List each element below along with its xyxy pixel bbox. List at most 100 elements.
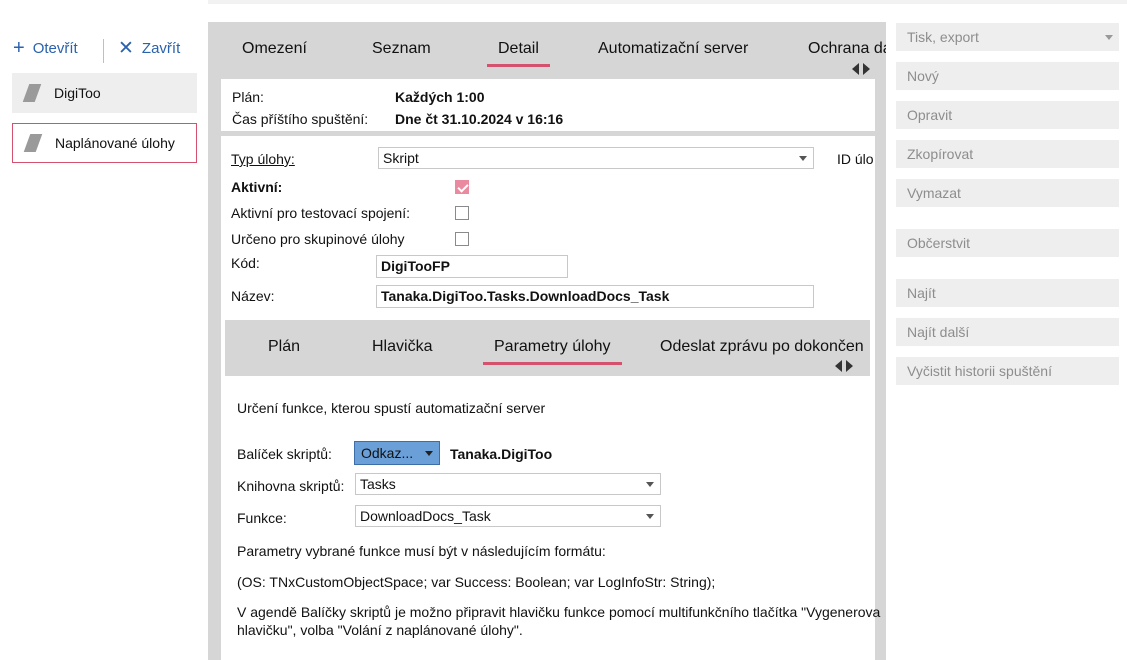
plan-value: Každých 1:00: [395, 89, 485, 105]
main-tabs: Omezení Seznam Detail Automatizační serv…: [208, 22, 886, 78]
chevron-down-icon: [1105, 35, 1113, 40]
scroll-left-icon[interactable]: [835, 360, 842, 372]
zkopirovat-button[interactable]: Zkopírovat: [896, 140, 1119, 168]
subtab-scroll: [835, 360, 853, 372]
hint-line-1: V agendě Balíčky skriptů je možno připra…: [237, 604, 881, 620]
knihovna-select[interactable]: Tasks: [355, 473, 661, 495]
id-label: ID úlo: [837, 151, 874, 167]
action-label: Vymazat: [907, 185, 961, 201]
next-run-label: Čas příštího spuštění:: [232, 111, 369, 127]
tab-detail[interactable]: Detail: [487, 40, 550, 67]
chevron-down-icon: [646, 482, 654, 487]
tab-label: Hlavička: [372, 338, 433, 355]
action-label: Tisk, export: [907, 29, 979, 45]
toolbar-divider: [103, 39, 104, 63]
signature-text: (OS: TNxCustomObjectSpace; var Success: …: [237, 574, 716, 590]
nav-item-digitoo[interactable]: DigiToo: [12, 73, 197, 113]
parametry-panel: Určení funkce, kterou spustí automatizač…: [225, 376, 880, 660]
kod-input[interactable]: DigiTooFP: [376, 255, 568, 278]
chevron-down-icon: [425, 451, 433, 456]
funkce-value: DownloadDocs_Task: [360, 508, 491, 524]
tab-label: Parametry úlohy: [494, 338, 611, 355]
tab-hlavicka[interactable]: Hlavička: [372, 338, 432, 356]
aktivni-checkbox[interactable]: [455, 180, 469, 194]
plus-icon: +: [13, 37, 25, 59]
action-label: Najít: [907, 285, 936, 301]
tab-omezeni[interactable]: Omezení: [242, 40, 307, 58]
tab-label: Plán: [268, 338, 301, 355]
vymazat-button[interactable]: Vymazat: [896, 179, 1119, 207]
chevron-down-icon: [646, 514, 654, 519]
tisk-export-button[interactable]: Tisk, export: [896, 23, 1119, 51]
nazev-input[interactable]: Tanaka.DigiToo.Tasks.DownloadDocs_Task: [376, 285, 814, 308]
tab-plan[interactable]: Plán: [268, 338, 300, 356]
tab-ochrana[interactable]: Ochrana da: [808, 40, 886, 58]
format-note: Parametry vybrané funkce musí být v násl…: [237, 543, 606, 559]
open-button-label: Otevřít: [32, 39, 78, 57]
plan-label: Plán:: [232, 89, 264, 105]
nav-item-naplanovane-ulohy[interactable]: Naplánované úlohy: [12, 123, 197, 163]
typ-select[interactable]: Skript: [378, 147, 814, 169]
tab-automatizacni-server[interactable]: Automatizační server: [598, 40, 748, 58]
tab-label: Seznam: [372, 40, 431, 57]
scroll-right-icon[interactable]: [846, 360, 853, 372]
sub-tabs: Plán Hlavička Parametry úlohy Odeslat zp…: [225, 320, 870, 376]
action-label: Nový: [907, 68, 939, 84]
najit-dalsi-button[interactable]: Najít další: [896, 318, 1119, 346]
module-icon: [22, 84, 42, 102]
test-label: Aktivní pro testovací spojení:: [231, 205, 410, 221]
najit-button[interactable]: Najít: [896, 279, 1119, 307]
tab-label: Ochrana da: [808, 40, 886, 57]
skupinove-checkbox[interactable]: [455, 232, 469, 246]
tab-parametry-ulohy[interactable]: Parametry úlohy: [483, 338, 621, 365]
tab-label: Omezení: [242, 40, 307, 57]
typ-label: Typ úlohy:: [231, 151, 295, 167]
balicek-value: Tanaka.DigiToo: [450, 446, 553, 462]
novy-button[interactable]: Nový: [896, 62, 1119, 90]
skupinove-label: Určeno pro skupinové úlohy: [231, 231, 405, 247]
tab-odeslat-zpravu[interactable]: Odeslat zprávu po dokončen: [660, 338, 864, 356]
schedule-info: Plán: Každých 1:00 Čas příštího spuštění…: [221, 79, 875, 131]
action-label: Vyčistit historii spuštění: [907, 363, 1052, 379]
opravit-button[interactable]: Opravit: [896, 101, 1119, 129]
nav-item-label: Naplánované úlohy: [55, 135, 175, 151]
module-icon: [23, 134, 43, 152]
left-pane: + Otevřít ✕ Zavřít DigiToo Naplánované ú…: [0, 0, 208, 660]
tab-label: Odeslat zprávu po dokončen: [660, 338, 864, 355]
tab-label: Detail: [498, 40, 539, 57]
tab-label: Automatizační server: [598, 40, 749, 57]
odkaz-label: Odkaz...: [361, 445, 414, 461]
nav-item-label: DigiToo: [54, 85, 101, 101]
hint-line-2: hlavičku", volba "Volání z naplánované ú…: [237, 622, 523, 638]
action-label: Najít další: [907, 324, 970, 340]
action-label: Zkopírovat: [907, 146, 974, 162]
test-checkbox[interactable]: [455, 206, 469, 220]
typ-value: Skript: [383, 150, 419, 166]
chevron-down-icon: [799, 156, 807, 161]
detail-area: Omezení Seznam Detail Automatizační serv…: [208, 22, 886, 660]
odkaz-button[interactable]: Odkaz...: [354, 441, 440, 465]
scroll-left-icon[interactable]: [852, 63, 859, 75]
obcerstvit-button[interactable]: Občerstvit: [896, 229, 1119, 257]
nazev-label: Název:: [231, 288, 275, 304]
scroll-right-icon[interactable]: [863, 63, 870, 75]
knihovna-value: Tasks: [360, 476, 396, 492]
action-label: Opravit: [907, 107, 953, 123]
tab-seznam[interactable]: Seznam: [372, 40, 431, 58]
intro-text: Určení funkce, kterou spustí automatizač…: [237, 400, 546, 416]
next-run-value: Dne čt 31.10.2024 v 16:16: [395, 111, 564, 127]
typ-label-text: Typ úlohy:: [231, 151, 295, 167]
vycistit-historii-button[interactable]: Vyčistit historii spuštění: [896, 357, 1119, 385]
close-button-label: Zavřít: [141, 39, 181, 57]
action-label: Občerstvit: [907, 235, 971, 251]
knihovna-label: Knihovna skriptů:: [237, 478, 345, 494]
open-button[interactable]: + Otevřít: [13, 38, 78, 58]
close-button[interactable]: ✕ Zavřít: [118, 38, 180, 58]
kod-label: Kód:: [231, 255, 260, 271]
tab-scroll: [852, 63, 870, 75]
funkce-label: Funkce:: [237, 510, 287, 526]
balicek-label: Balíček skriptů:: [237, 446, 332, 462]
close-icon: ✕: [118, 37, 134, 59]
funkce-select[interactable]: DownloadDocs_Task: [355, 505, 661, 527]
aktivni-label: Aktivní:: [231, 179, 283, 195]
